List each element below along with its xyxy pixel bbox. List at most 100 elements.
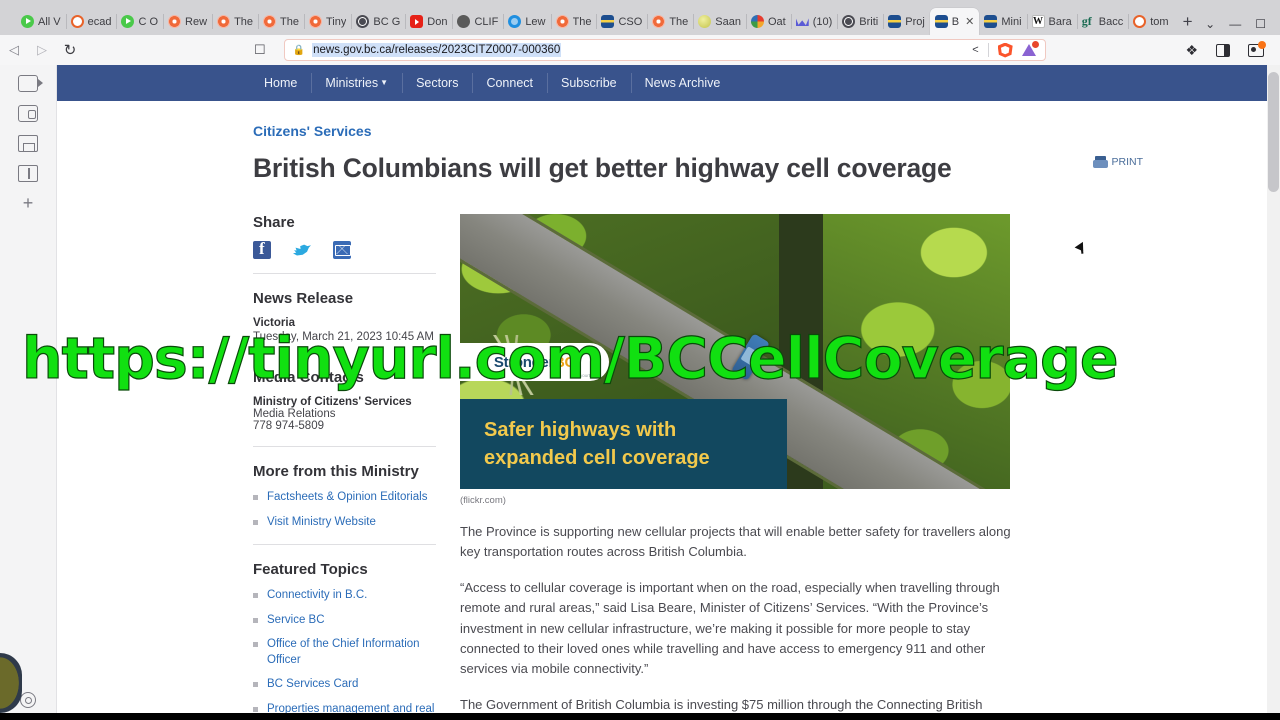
- tab-strip: All V ecad C O Rew The The Tiny BC G Don CLIF Lew T…: [0, 0, 1280, 35]
- plus-icon[interactable]: +: [18, 194, 38, 212]
- brave-shields-icon[interactable]: [997, 42, 1013, 58]
- tab-label: Proj: [905, 15, 925, 28]
- side-panel-icon[interactable]: [1216, 43, 1230, 57]
- print-button[interactable]: PRINT: [1092, 156, 1143, 168]
- browser-tab[interactable]: ecad: [65, 8, 117, 35]
- browser-tab[interactable]: Saan: [693, 8, 746, 35]
- close-icon[interactable]: ✕: [963, 15, 974, 28]
- bookmark-icon[interactable]: ☐: [254, 42, 266, 58]
- article-sidebar: Share News Release Victoria Tuesday, Mar…: [253, 214, 436, 720]
- share-heading: Share: [253, 214, 295, 231]
- extensions-icon[interactable]: ❖: [1185, 42, 1198, 59]
- contact-dept: Media Relations: [253, 408, 336, 420]
- address-bar[interactable]: 🔒 news.gov.bc.ca/releases/2023CITZ0007-0…: [283, 39, 1046, 61]
- grid-icon[interactable]: [18, 165, 38, 182]
- site-nav-item[interactable]: Ministries ▼: [311, 65, 402, 101]
- browser-tab[interactable]: tom: [1128, 8, 1173, 35]
- featured-topics-list: Connectivity in B.C. Service BC Office of …: [253, 588, 436, 720]
- media-contacts-heading: Media Contacts: [253, 369, 364, 386]
- oat-icon: [750, 15, 764, 28]
- site-nav: Home Ministries ▼ Sectors Connect Subscribe Ne…: [57, 65, 1280, 101]
- browser-tab[interactable]: Briti: [837, 8, 883, 35]
- maximize-button[interactable]: ☐: [1255, 18, 1266, 30]
- wallet-icon[interactable]: [18, 105, 38, 122]
- browser-tab[interactable]: The: [212, 8, 258, 35]
- release-datetime: Tuesday, March 21, 2023 10:45 AM: [253, 331, 434, 343]
- page-scrollbar-thumb[interactable]: [1268, 72, 1279, 192]
- browser-tab[interactable]: Oat: [745, 8, 791, 35]
- browser-tab[interactable]: Lew: [503, 8, 550, 35]
- facebook-icon[interactable]: [253, 239, 271, 259]
- ring-icon: [70, 15, 84, 28]
- address-toolbar: ◁ ▷ ↻ ☐ 🔒 news.gov.bc.ca/releases/2023CI…: [0, 35, 1280, 65]
- save-icon[interactable]: [18, 135, 38, 152]
- browser-tab[interactable]: BC G: [351, 8, 405, 35]
- browser-tab[interactable]: (10): [790, 8, 838, 35]
- tab-label: The: [572, 15, 592, 28]
- site-nav-item[interactable]: News Archive: [630, 65, 735, 101]
- share-icon[interactable]: <: [972, 44, 978, 56]
- tab-label: Mini: [1001, 15, 1022, 28]
- tab-label: ecad: [87, 15, 112, 28]
- site-nav-item[interactable]: Sectors: [402, 65, 472, 101]
- tab-list-button[interactable]: ⌄: [1205, 18, 1215, 30]
- video-player[interactable]: StrongerBC yourBC Safer highways with ex…: [460, 214, 1010, 489]
- sidebar-link[interactable]: Office of the Chief Information Officer: [267, 638, 420, 666]
- minimize-button[interactable]: —: [1229, 18, 1241, 30]
- email-icon[interactable]: [333, 241, 351, 259]
- reload-button[interactable]: ↻: [56, 37, 84, 63]
- url-text[interactable]: news.gov.bc.ca/releases/2023CITZ0007-000…: [312, 43, 562, 57]
- site-nav-item[interactable]: Home: [250, 65, 311, 101]
- blue-circle-icon: [508, 15, 522, 28]
- strongerbc-sublabel: yourBC: [579, 373, 595, 378]
- site-nav-item[interactable]: Subscribe: [547, 65, 631, 101]
- new-tab-button[interactable]: +: [1174, 8, 1202, 35]
- sidebar-link[interactable]: Visit Ministry Website: [267, 516, 376, 528]
- bc-flag-icon: [984, 15, 998, 28]
- browser-tab[interactable]: gf Bacc: [1076, 8, 1128, 35]
- gear-icon[interactable]: [20, 692, 36, 708]
- forward-button[interactable]: ▷: [28, 37, 56, 63]
- article-content: Citizens' Services PRINT British Columbi…: [57, 101, 1280, 720]
- sidebar-link[interactable]: BC Services Card: [267, 678, 358, 690]
- contact-phone: 778 974-5809: [253, 420, 324, 432]
- flower-icon: [555, 15, 569, 28]
- browser-tab[interactable]: C O: [116, 8, 163, 35]
- tab-label: Don: [427, 15, 448, 28]
- profile-icon[interactable]: [1248, 40, 1266, 57]
- contact-org: Ministry of Citizens' Services: [253, 396, 412, 408]
- browser-tab[interactable]: The: [647, 8, 693, 35]
- browser-tab[interactable]: Rew: [163, 8, 212, 35]
- back-button[interactable]: ◁: [0, 37, 28, 63]
- chart-icon: [796, 15, 809, 28]
- notification-badge-icon[interactable]: [1021, 41, 1039, 57]
- browser-tab[interactable]: B ✕: [929, 8, 980, 35]
- dark-icon: [457, 15, 471, 28]
- browser-tab[interactable]: CLIF: [452, 8, 503, 35]
- browser-tab[interactable]: Mini: [979, 8, 1026, 35]
- list-item: BC Services Card: [253, 677, 436, 693]
- page-viewport: Home Ministries ▼ Sectors Connect Subscribe Ne…: [57, 65, 1280, 720]
- browser-tab[interactable]: Proj: [883, 8, 930, 35]
- browser-tab[interactable]: The: [550, 8, 597, 35]
- site-nav-item[interactable]: Connect: [472, 65, 547, 101]
- ministry-link[interactable]: Citizens' Services: [253, 123, 372, 139]
- more-from-ministry-list: Factsheets & Opinion Editorials Visit Min…: [253, 490, 436, 530]
- browser-tab[interactable]: CSO: [596, 8, 647, 35]
- browser-tab[interactable]: All V: [16, 8, 66, 35]
- sidebar-link[interactable]: Factsheets & Opinion Editorials: [267, 491, 427, 503]
- sidebar-link[interactable]: Connectivity in B.C.: [267, 589, 367, 601]
- browser-tab[interactable]: The: [258, 8, 304, 35]
- video-icon[interactable]: [18, 75, 43, 92]
- browser-tab[interactable]: Tiny: [304, 8, 351, 35]
- link-icon: [309, 15, 322, 28]
- tab-label: tom: [1150, 15, 1169, 28]
- twitter-icon[interactable]: [293, 241, 311, 259]
- sidebar-link[interactable]: Service BC: [267, 614, 325, 626]
- printer-icon: [1092, 156, 1108, 168]
- article-paragraph: “Access to cellular coverage is importan…: [460, 580, 1000, 676]
- browser-tab[interactable]: W Bara: [1026, 8, 1077, 35]
- browser-tab[interactable]: Don: [405, 8, 452, 35]
- tab-label: CSO: [618, 15, 643, 28]
- divider: [253, 446, 436, 447]
